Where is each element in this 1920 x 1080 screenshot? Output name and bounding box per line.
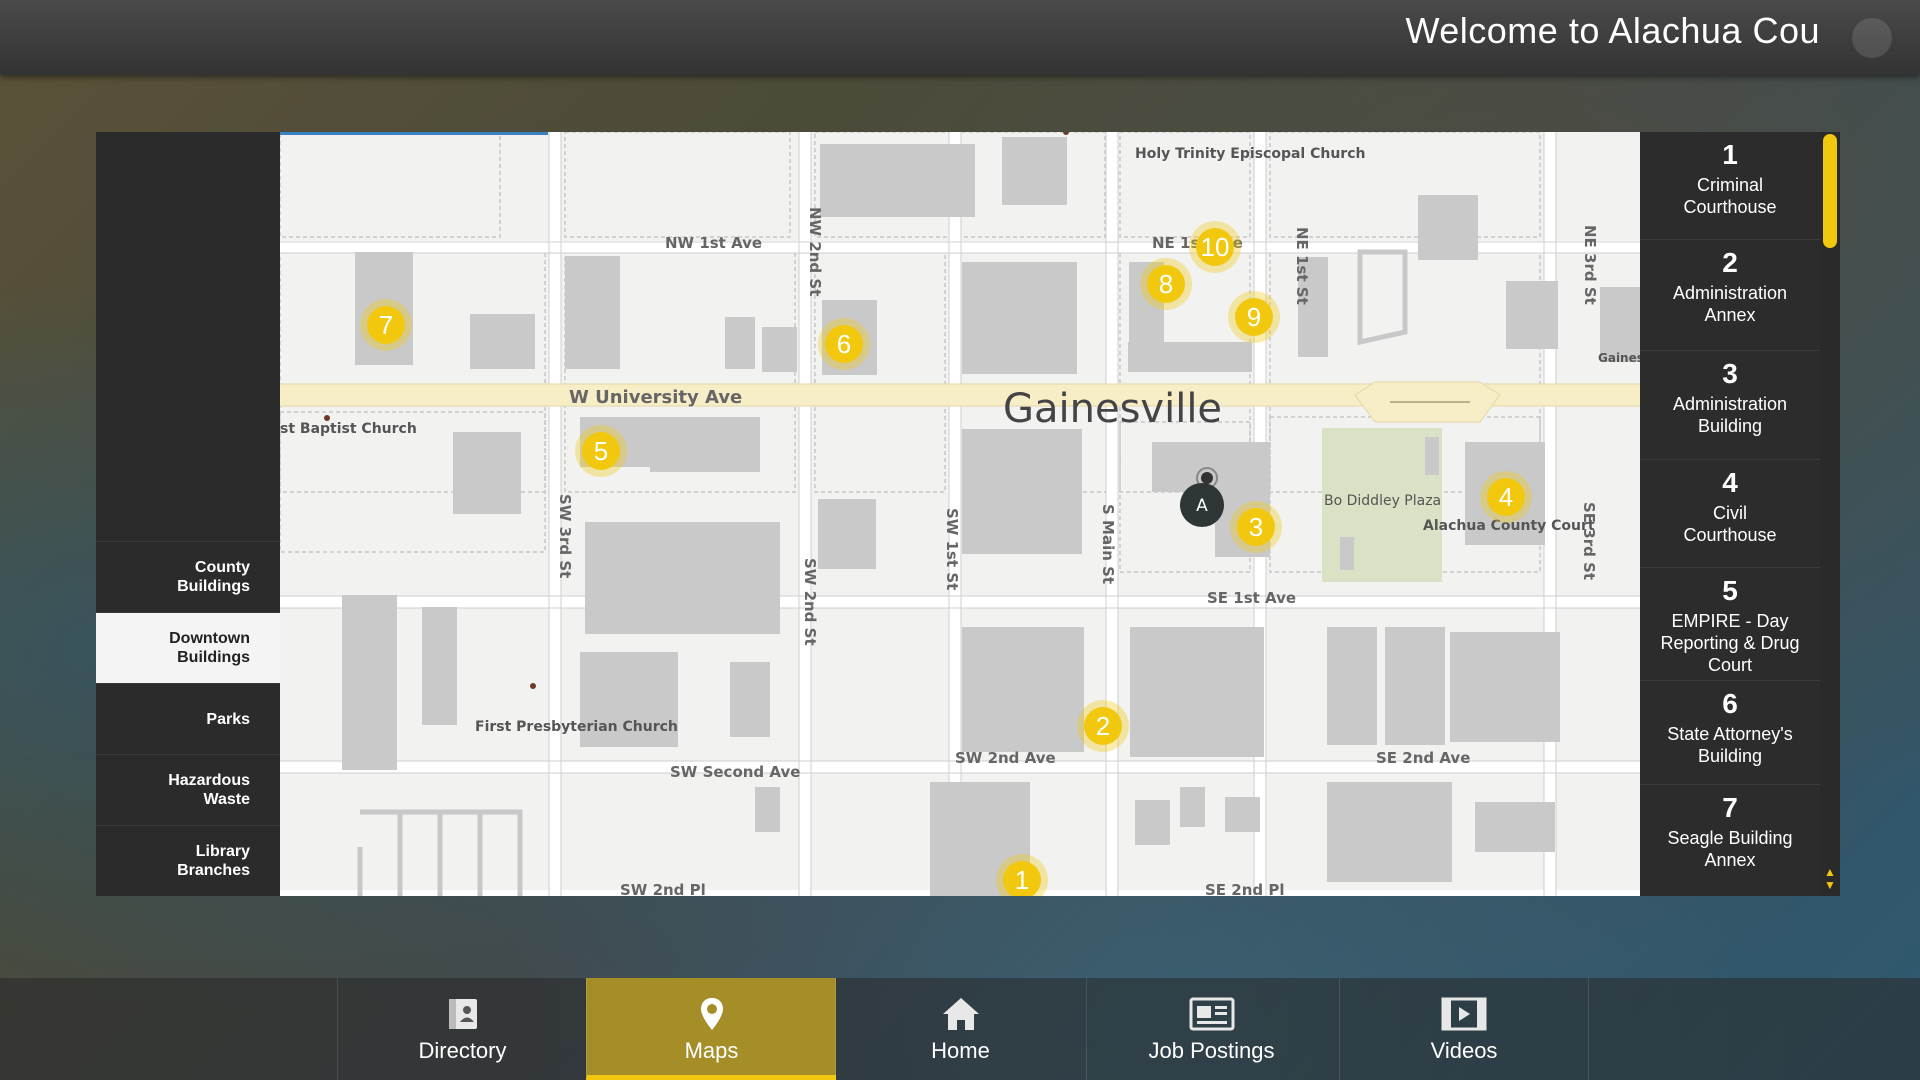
map-marker-5[interactable]: 5 — [575, 425, 627, 477]
category-sidebar: County Buildings Downtown Buildings Park… — [96, 132, 280, 896]
category-county-buildings[interactable]: County Buildings — [96, 541, 280, 612]
location-item-5[interactable]: 5 EMPIRE - Day Reporting & Drug Court — [1640, 568, 1820, 681]
you-are-here-marker[interactable]: A — [1180, 483, 1224, 527]
location-list-scrollbar[interactable]: ▲ ▼ — [1820, 132, 1840, 896]
location-item-7[interactable]: 7 Seagle Building Annex — [1640, 785, 1820, 896]
street-label: SE 2nd Pl — [1205, 881, 1284, 896]
map-marker-2[interactable]: 2 — [1077, 700, 1129, 752]
nav-job-postings[interactable]: Job Postings — [1086, 978, 1336, 1080]
category-library-branches[interactable]: Library Branches — [96, 825, 280, 896]
street-label: W University Ave — [569, 387, 742, 408]
location-number: 4 — [1722, 467, 1738, 498]
street-label: SE 3rd St — [1580, 502, 1598, 580]
nav-label: Home — [931, 1038, 990, 1063]
svg-text:5: 5 — [594, 436, 608, 466]
videos-icon — [1340, 996, 1588, 1032]
category-downtown-buildings[interactable]: Downtown Buildings — [96, 612, 280, 683]
svg-text:10: 10 — [1201, 232, 1230, 262]
street-label: NE 3rd St — [1581, 225, 1599, 305]
street-label: S Main St — [1099, 504, 1117, 584]
location-name: Administration Annex — [1672, 283, 1788, 325]
nav-videos[interactable]: Videos — [1339, 978, 1589, 1080]
street-label: NE 1st St — [1293, 227, 1311, 305]
city-label: Gainesville — [1003, 386, 1222, 432]
welcome-title: Welcome to Alachua Cou — [1405, 10, 1820, 51]
place-label: st Baptist Church — [280, 421, 417, 437]
location-number: 6 — [1722, 688, 1738, 719]
location-number: 7 — [1722, 792, 1738, 823]
svg-text:6: 6 — [837, 329, 851, 359]
place-label: Bo Diddley Plaza — [1324, 493, 1441, 509]
svg-text:9: 9 — [1247, 302, 1261, 332]
svg-text:3: 3 — [1249, 512, 1263, 542]
map-marker-10[interactable]: 10 — [1189, 221, 1241, 273]
avatar[interactable] — [1852, 18, 1892, 58]
directory-icon — [338, 996, 587, 1032]
location-list[interactable]: 1 Criminal Courthouse 2 Administration A… — [1640, 132, 1820, 896]
location-item-1[interactable]: 1 Criminal Courthouse — [1640, 132, 1820, 240]
street-label: NW 2nd St — [806, 207, 824, 296]
street-label: SW 2nd Pl — [620, 881, 706, 896]
street-label: SW 2nd Ave — [955, 749, 1056, 767]
location-name: Seagle Building Annex — [1667, 828, 1793, 870]
job-postings-icon — [1087, 996, 1336, 1032]
svg-text:4: 4 — [1499, 482, 1513, 512]
category-parks[interactable]: Parks — [96, 683, 280, 754]
location-name: State Attorney's Building — [1667, 724, 1793, 766]
svg-text:1: 1 — [1015, 865, 1029, 895]
street-label: SW 2nd St — [801, 558, 819, 646]
street-label: SW 3rd St — [556, 494, 574, 578]
place-label: Holy Trinity Episcopal Church — [1135, 146, 1365, 162]
you-are-here-label: A — [1196, 496, 1208, 516]
map-marker-8[interactable]: 8 — [1140, 258, 1192, 310]
location-number: 2 — [1722, 247, 1738, 278]
street-label: NW 1st Ave — [665, 234, 762, 252]
street-label: SE 1st Ave — [1207, 589, 1296, 607]
map-canvas[interactable]: NW 1st Ave W University Ave NE 1st Ave S… — [280, 132, 1640, 896]
nav-label: Maps — [684, 1038, 739, 1063]
category-list: County Buildings Downtown Buildings Park… — [96, 541, 280, 896]
bottom-nav: Directory Maps Home Job Postings Videos — [0, 978, 1920, 1080]
place-label: Gaines of — [1598, 351, 1640, 365]
nav-maps[interactable]: Maps — [586, 978, 836, 1080]
scroll-arrows-icon[interactable]: ▲ ▼ — [1822, 866, 1838, 896]
nav-label: Job Postings — [1148, 1038, 1275, 1063]
map-marker-3[interactable]: 3 — [1230, 501, 1282, 553]
location-item-2[interactable]: 2 Administration Annex — [1640, 240, 1820, 351]
location-number: 5 — [1722, 575, 1738, 606]
scrollbar-thumb[interactable] — [1823, 134, 1837, 248]
nav-label: Videos — [1430, 1038, 1498, 1063]
street-label: SW Second Ave — [670, 763, 800, 781]
top-bar: Welcome to Alachua Cou — [0, 0, 1920, 75]
map-marker-7[interactable]: 7 — [360, 299, 412, 351]
nav-label: Directory — [418, 1038, 507, 1063]
location-item-3[interactable]: 3 Administration Building — [1640, 351, 1820, 460]
location-name: Administration Building — [1672, 394, 1788, 436]
svg-text:2: 2 — [1096, 711, 1110, 741]
map-loading-bar — [280, 132, 548, 135]
location-number: 3 — [1722, 358, 1738, 389]
location-item-4[interactable]: 4 Civil Courthouse — [1640, 460, 1820, 568]
location-name: Criminal Courthouse — [1683, 175, 1777, 217]
location-name: Civil Courthouse — [1683, 503, 1777, 545]
category-hazardous-waste[interactable]: Hazardous Waste — [96, 754, 280, 825]
nav-directory[interactable]: Directory — [337, 978, 587, 1080]
svg-text:7: 7 — [379, 310, 393, 340]
location-name: EMPIRE - Day Reporting & Drug Court — [1660, 611, 1800, 675]
map-panel: County Buildings Downtown Buildings Park… — [96, 132, 1840, 896]
place-label: First Presbyterian Church — [475, 719, 678, 735]
map-marker-9[interactable]: 9 — [1228, 291, 1280, 343]
nav-home[interactable]: Home — [835, 978, 1085, 1080]
home-icon — [836, 996, 1085, 1032]
street-label: SW 1st St — [943, 508, 961, 590]
location-item-6[interactable]: 6 State Attorney's Building — [1640, 681, 1820, 785]
map-pin-icon — [587, 996, 836, 1032]
street-label: SE 2nd Ave — [1376, 749, 1470, 767]
map-marker-4[interactable]: 4 — [1480, 471, 1532, 523]
svg-text:8: 8 — [1159, 269, 1173, 299]
map-view[interactable]: NW 1st Ave W University Ave NE 1st Ave S… — [280, 132, 1640, 896]
map-marker-6[interactable]: 6 — [818, 318, 870, 370]
location-number: 1 — [1722, 139, 1738, 170]
